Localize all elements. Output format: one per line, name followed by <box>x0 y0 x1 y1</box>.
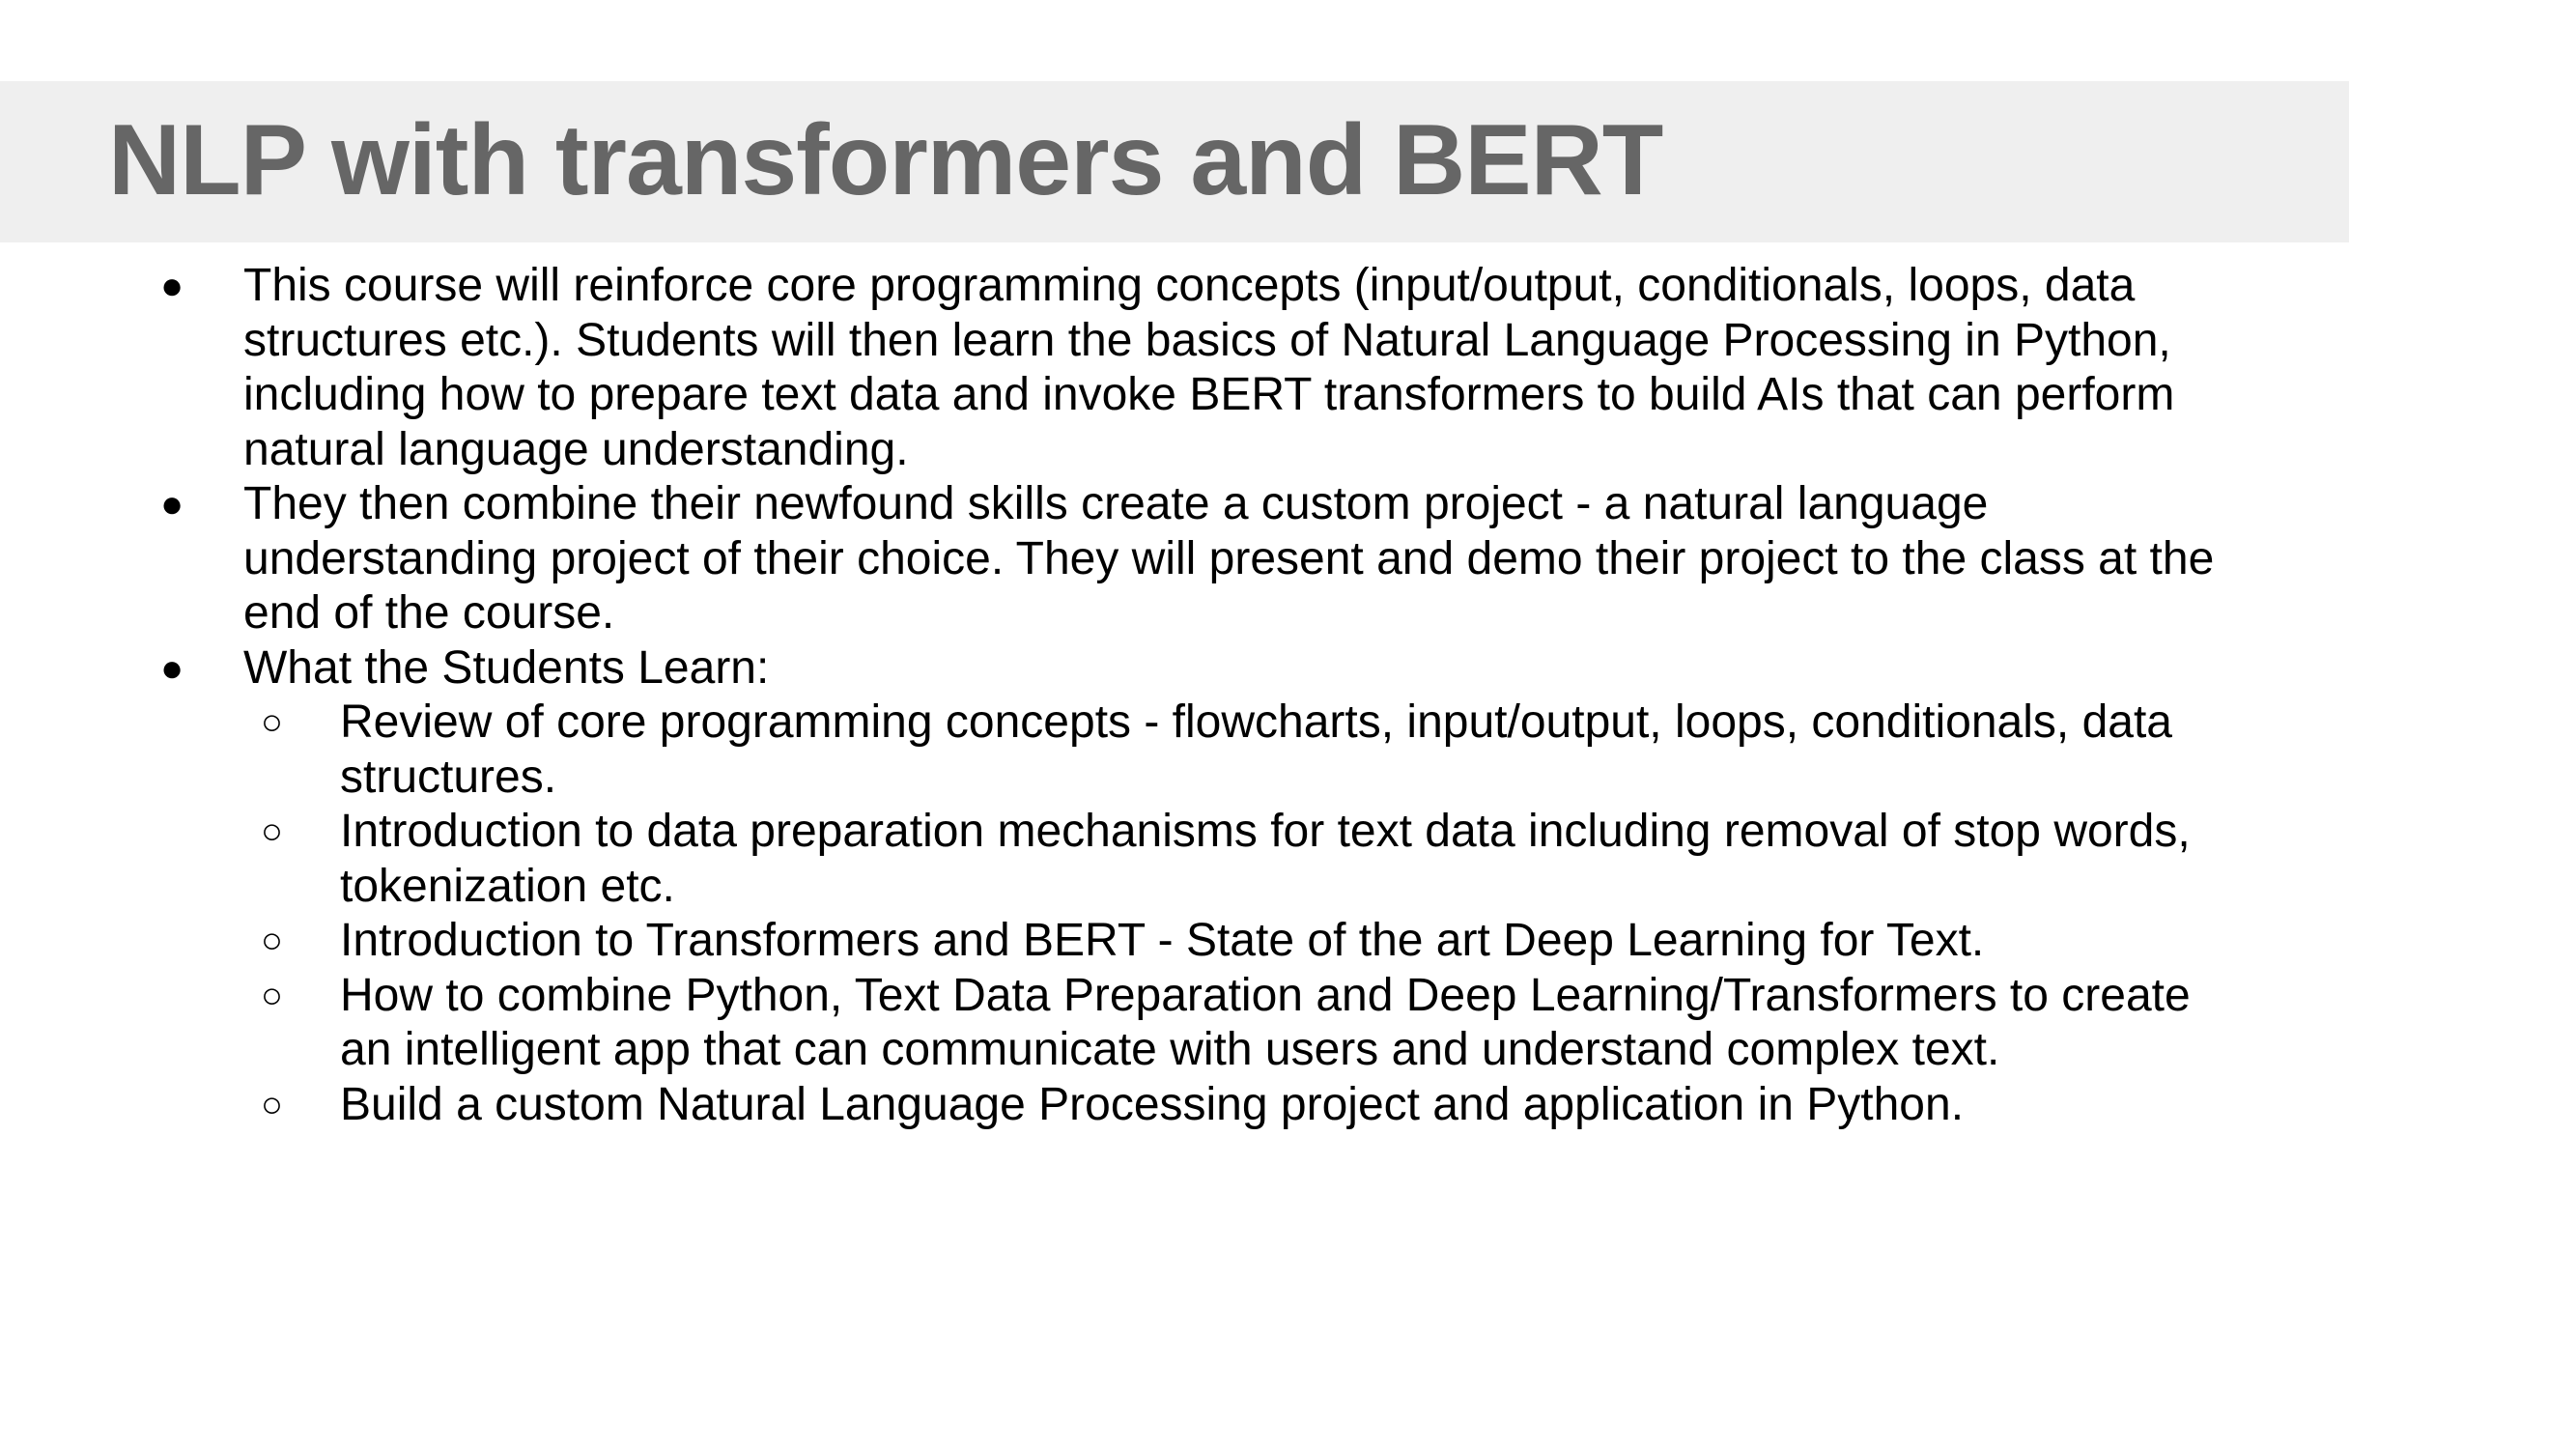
hollow-bullet-icon: ○ <box>261 975 283 1016</box>
sub-bullet-text: Introduction to data preparation mechani… <box>340 806 2191 912</box>
sub-bullet-item-review: ○ Review of core programming concepts - … <box>261 696 2233 805</box>
filled-bullet-icon: ● <box>160 483 184 526</box>
sub-bullet-text: Review of core programming concepts - fl… <box>340 696 2172 803</box>
sub-bullet-item-custom-nlp-project: ○ Build a custom Natural Language Proces… <box>261 1078 2233 1133</box>
bullet-text: What the Students Learn: <box>243 641 770 694</box>
bullet-text: They then combine their newfound skills … <box>243 478 2215 639</box>
bullet-item-what-students-learn: ● What the Students Learn: <box>160 641 2233 696</box>
slide-body: ● This course will reinforce core progra… <box>0 259 2318 1132</box>
sub-bullet-item-data-preparation: ○ Introduction to data preparation mecha… <box>261 805 2233 914</box>
bullet-item-custom-project: ● They then combine their newfound skill… <box>160 477 2233 641</box>
filled-bullet-icon: ● <box>160 265 184 307</box>
bullet-item-course-overview: ● This course will reinforce core progra… <box>160 259 2233 477</box>
bullet-list: ● This course will reinforce core progra… <box>0 259 2318 1132</box>
hollow-bullet-icon: ○ <box>261 921 283 961</box>
hollow-bullet-icon: ○ <box>261 1084 283 1125</box>
hollow-bullet-icon: ○ <box>261 811 283 852</box>
sub-bullet-item-transformers-bert: ○ Introduction to Transformers and BERT … <box>261 914 2233 969</box>
slide-title: NLP with transformers and BERT <box>108 104 1663 216</box>
sub-bullet-item-intelligent-app: ○ How to combine Python, Text Data Prepa… <box>261 969 2233 1078</box>
bullet-text: This course will reinforce core programm… <box>243 260 2175 475</box>
hollow-bullet-icon: ○ <box>261 702 283 743</box>
sub-bullet-text: Introduction to Transformers and BERT - … <box>340 915 1985 966</box>
sub-bullet-text: Build a custom Natural Language Processi… <box>340 1078 1965 1130</box>
sub-bullet-text: How to combine Python, Text Data Prepara… <box>340 969 2191 1076</box>
filled-bullet-icon: ● <box>160 646 184 690</box>
